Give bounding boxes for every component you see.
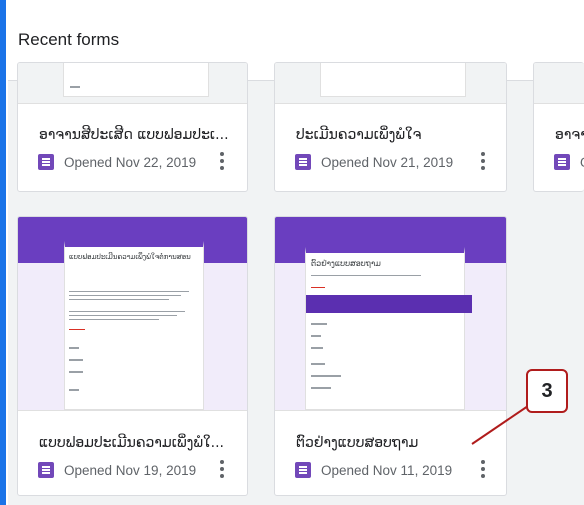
preview-title: ຕົວຢ່າງແບບສອບຖາມ bbox=[311, 259, 381, 268]
section-title: Recent forms bbox=[18, 30, 120, 49]
preview-title: ແບບຟອມປະເມີນຄວາມເພິ່ງພໍໃຈຕໍ່ການສອນ bbox=[69, 253, 191, 261]
more-options-icon[interactable] bbox=[220, 152, 224, 170]
opened-date: Opened Nov 11, 2019 bbox=[321, 462, 453, 478]
form-meta: Opened Nov 21, 2019 bbox=[295, 152, 453, 172]
form-card-4[interactable]: ແບບຟອມປະເມີນຄວາມເພິ່ງພໍໃຈຕໍ່ການສອນ ແບບຟອ… bbox=[17, 216, 248, 496]
form-title: ອາຈານສີປະເສີດ ແບບຟອມປະເ... bbox=[39, 127, 229, 143]
more-options-icon[interactable] bbox=[481, 152, 485, 170]
form-title: ຕົວຢ່າງແບບສອບຖາມ bbox=[296, 435, 419, 451]
form-thumbnail bbox=[534, 63, 584, 104]
more-options-icon[interactable] bbox=[481, 460, 485, 478]
form-card-5[interactable]: ຕົວຢ່າງແບບສອບຖາມ ຕົວຢ່າງແບບສອບຖາມ Opened… bbox=[274, 216, 507, 496]
form-title: ແບບຟອມປະເມີນຄວາມເພິ່ງພໍໃ... bbox=[39, 435, 224, 451]
form-thumbnail bbox=[18, 63, 247, 104]
form-thumbnail: ຕົວຢ່າງແບບສອບຖາມ bbox=[275, 217, 506, 411]
callout-number: 3 bbox=[526, 369, 568, 413]
form-meta: Opened Nov 22, 2019 bbox=[38, 152, 196, 172]
form-title: ປະເມີນຄວາມເພິ່ງພໍໃຈ bbox=[296, 127, 422, 143]
form-meta: O bbox=[554, 152, 584, 172]
form-card-1[interactable]: ອາຈານສີປະເສີດ ແບບຟອມປະເ... Opened Nov 22… bbox=[17, 62, 248, 192]
form-card-3[interactable]: ອາຈາ O bbox=[533, 62, 584, 192]
google-forms-icon bbox=[295, 462, 311, 478]
opened-date: Opened Nov 19, 2019 bbox=[64, 462, 197, 478]
google-forms-icon bbox=[295, 154, 311, 170]
opened-date: Opened Nov 21, 2019 bbox=[321, 154, 454, 170]
opened-date: Opened Nov 22, 2019 bbox=[64, 154, 197, 170]
form-meta: Opened Nov 11, 2019 bbox=[295, 460, 452, 480]
google-forms-icon bbox=[38, 462, 54, 478]
form-card-2[interactable]: ປະເມີນຄວາມເພິ່ງພໍໃຈ Opened Nov 21, 2019 bbox=[274, 62, 507, 192]
form-thumbnail bbox=[275, 63, 506, 104]
google-forms-icon bbox=[38, 154, 54, 170]
opened-date: O bbox=[580, 155, 584, 170]
more-options-icon[interactable] bbox=[220, 460, 224, 478]
section-header bbox=[306, 295, 472, 313]
google-forms-icon bbox=[554, 154, 570, 170]
form-title: ອາຈາ bbox=[555, 127, 584, 143]
form-thumbnail: ແບບຟອມປະເມີນຄວາມເພິ່ງພໍໃຈຕໍ່ການສອນ bbox=[18, 217, 247, 411]
form-meta: Opened Nov 19, 2019 bbox=[38, 460, 196, 480]
